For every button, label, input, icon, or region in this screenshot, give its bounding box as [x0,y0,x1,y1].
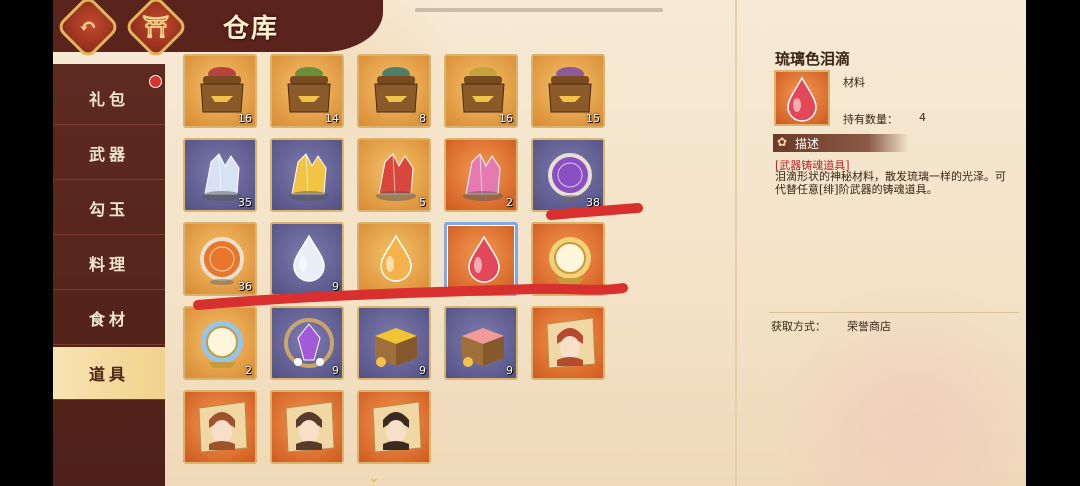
inventory-slot[interactable]: 9 [270,306,344,380]
item-count: 16 [238,112,252,125]
description-text: 泪滴形状的神秘材料，散发琉璃一样的光泽。可代替任意[绯]阶武器的铸魂道具。 [775,170,1006,196]
shrine-gate-icon: ⛩ [142,13,170,40]
rainbow-crystal-icon [454,146,512,204]
description-heading: 描述 [795,137,820,151]
inventory-slot[interactable]: 14 [270,54,344,128]
acquire-value: 荣誉商店 [847,320,891,333]
inventory-slot[interactable] [531,222,605,296]
inventory-slot[interactable] [357,390,431,464]
red-crystal-icon [367,146,425,204]
item-count: 9 [332,280,339,293]
lucky-bag-icon [367,62,425,120]
inventory-slot[interactable]: 16 [444,54,518,128]
inventory-slot[interactable]: 2 [183,306,257,380]
red-drop-icon [455,231,513,289]
gold-mirror-icon [541,230,599,288]
white-drop-icon [280,230,338,288]
inventory-slot[interactable]: 15 [531,54,605,128]
inventory-slot[interactable] [270,390,344,464]
acquire-label: 获取方式： [771,320,826,333]
inventory-slot[interactable]: 16 [183,54,257,128]
inventory-slot[interactable]: 9 [357,306,431,380]
character-portrait-icon [280,398,338,456]
character-portrait-icon [193,398,251,456]
inventory-slot[interactable] [531,306,605,380]
item-count: 9 [506,364,513,377]
red-drop-icon [787,76,817,122]
item-count: 2 [506,196,513,209]
purple-gem-icon [280,314,338,372]
panel-divider [735,0,737,486]
item-count: 35 [238,196,252,209]
item-count: 8 [419,112,426,125]
sidebar-item-3[interactable]: 料理 [53,237,165,290]
item-count: 36 [238,280,252,293]
item-count: 16 [499,112,513,125]
sidebar-item-1[interactable]: 武器 [53,127,165,180]
gold-crystal-icon [280,146,338,204]
inventory-slot[interactable] [270,138,344,212]
character-portrait-icon [541,314,599,372]
sidebar-item-5[interactable]: 道具 [53,347,165,400]
inventory-slot[interactable]: 9 [270,222,344,296]
sidebar-item-0[interactable]: 礼包 [53,72,165,125]
inventory-slot[interactable]: 5 [357,138,431,212]
hold-value: 4 [919,111,926,124]
inventory-slot[interactable] [357,222,431,296]
flower-icon: ✿ [777,135,788,149]
item-count: 9 [419,364,426,377]
item-count: 14 [325,112,339,125]
item-thumbnail [774,70,830,126]
inventory-slot[interactable]: 9 [444,306,518,380]
amber-drop-icon [367,230,425,288]
back-arrow-icon: ↶ [78,14,98,40]
hold-label: 持有数量： [843,113,898,126]
inventory-slot[interactable] [444,222,518,296]
divider [769,312,1019,313]
yellow-powder-box-icon [367,314,425,372]
pink-powder-box-icon [454,314,512,372]
item-count: 5 [419,196,426,209]
item-type: 材料 [843,76,865,89]
inventory-slot[interactable]: 35 [183,138,257,212]
sidebar-item-4[interactable]: 食材 [53,292,165,345]
inventory-slot[interactable]: 36 [183,222,257,296]
character-portrait-icon [367,398,425,456]
item-count: 38 [586,196,600,209]
inventory-slot[interactable]: 2 [444,138,518,212]
item-count: 9 [332,364,339,377]
blue-mirror-icon [193,314,251,372]
page-title: 仓库 [223,14,280,44]
scroll-down-icon[interactable]: ⌄ [368,470,380,486]
description-header: ✿ 描述 [773,134,909,152]
game-screen: ↶ ⛩ 仓库 礼包 武器 勾玉 料理 食材 道具 16 14 8 16 15 35 5 2 38 36 9 2 9… [53,0,1026,486]
drag-handle[interactable] [415,8,663,12]
item-count: 15 [586,112,600,125]
inventory-slot[interactable] [183,390,257,464]
inventory-slot[interactable]: 8 [357,54,431,128]
sidebar-item-2[interactable]: 勾玉 [53,182,165,235]
item-count: 2 [245,364,252,377]
item-name: 琉璃色泪滴 [775,50,851,68]
inventory-slot[interactable]: 38 [531,138,605,212]
